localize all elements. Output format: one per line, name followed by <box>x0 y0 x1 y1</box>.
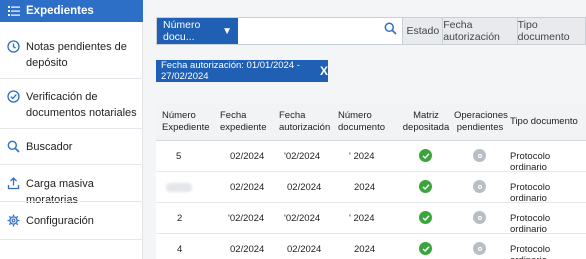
sidebar-item-configuracion[interactable]: Configuración <box>0 213 143 229</box>
header-matriz-depositada[interactable]: Matriz depositada <box>402 110 450 134</box>
column-filter-tipo-documento[interactable]: Tipo documento <box>516 18 585 44</box>
table-row[interactable]: 02/2024 02/2024 2024 Protocolo ordinario <box>156 172 586 204</box>
sidebar-item-label: Expedientes <box>26 5 94 17</box>
header-tipo-documento[interactable]: Tipo documento <box>510 116 586 128</box>
check-icon <box>419 180 432 193</box>
divider <box>0 239 143 240</box>
clock-icon <box>7 40 20 53</box>
cell-fecha-autorizacion: 02/2024 <box>287 182 322 193</box>
filter-bar: Número docu... ▼ Estado Fecha autorizaci… <box>156 17 586 45</box>
divider <box>0 201 143 202</box>
cell-fecha-expediente: '02/2024 <box>228 213 265 224</box>
check-icon <box>419 242 432 255</box>
sidebar-item-expedientes[interactable]: Expedientes <box>0 0 143 22</box>
table-row[interactable]: 4 02/2024 02/2024 2024 Protocolo ordinar… <box>156 234 586 259</box>
field-select[interactable]: Número docu... ▼ <box>157 18 239 44</box>
search-icon <box>7 140 20 153</box>
table-row[interactable]: 5 02/2024 '02/2024 ' 2024 Protocolo ordi… <box>156 141 586 173</box>
header-fecha-autorizacion[interactable]: Fecha autorización <box>279 110 334 134</box>
check-icon <box>419 211 432 224</box>
cell-fecha-autorizacion: 02/2024 <box>287 244 322 255</box>
check-circle-icon <box>7 90 20 103</box>
cell-tipo-documento: Protocolo ordinario <box>510 151 551 173</box>
cell-numero: 5 <box>176 151 182 162</box>
active-filter-chip: Fecha autorización: 01/01/2024 - 27/02/2… <box>156 60 328 82</box>
sidebar-item-label: Notas pendientes de depósito <box>26 41 127 69</box>
chip-label: Fecha autorización: 01/01/2024 - 27/02/2… <box>161 60 300 82</box>
sidebar-item-label: Carga masiva moratorias <box>26 178 94 206</box>
pending-icon <box>473 180 486 193</box>
cell-tipo-documento: Protocolo ordinario <box>510 182 551 204</box>
divider <box>0 164 143 165</box>
list-icon <box>8 5 20 17</box>
divider <box>0 78 143 79</box>
cell-fecha-autorizacion: '02/2024 <box>284 151 321 162</box>
sidebar-item-notas-pendientes[interactable]: Notas pendientes de depósito <box>0 39 143 71</box>
search-button[interactable] <box>379 18 403 44</box>
column-filter-fecha-autorizacion[interactable]: Fecha autorización <box>442 18 517 44</box>
cell-numero: 2 <box>177 213 183 224</box>
column-filter-estado[interactable]: Estado <box>402 18 443 44</box>
gear-icon <box>7 214 20 227</box>
sidebar-item-buscador[interactable]: Buscador <box>0 139 143 155</box>
header-numero-expediente[interactable]: Número Expediente <box>162 110 212 134</box>
table-row[interactable]: 2 '02/2024 '02/2024 ' 2024 Protocolo ord… <box>156 203 586 235</box>
cell-fecha-expediente: 02/2024 <box>230 182 265 193</box>
cell-numero-documento: ' 2024 <box>349 151 375 162</box>
cell-numero <box>166 183 192 192</box>
cell-tipo-documento: Protocolo ordinario <box>510 213 551 235</box>
sidebar-item-label: Buscador <box>26 141 73 153</box>
cell-tipo-documento: Protocolo ordinario <box>510 244 551 259</box>
caret-down-icon: ▼ <box>222 25 233 37</box>
cell-numero: 4 <box>177 244 183 255</box>
cell-fecha-autorizacion: '02/2024 <box>284 213 321 224</box>
cell-numero-documento: ' 2024 <box>349 213 375 224</box>
header-fecha-expediente[interactable]: Fecha expediente <box>220 110 270 134</box>
field-select-label: Número docu... <box>163 19 201 43</box>
sidebar-item-verificacion[interactable]: Verificación de documentos notariales <box>0 89 143 121</box>
pending-icon <box>473 211 486 224</box>
cell-numero-documento: 2024 <box>354 244 376 255</box>
pending-icon <box>473 149 486 162</box>
close-icon[interactable]: X <box>320 64 328 78</box>
expedientes-table: Número Expediente Fecha expediente Fecha… <box>156 104 586 259</box>
table-header: Número Expediente Fecha expediente Fecha… <box>156 104 586 141</box>
sidebar-item-carga-masiva[interactable]: Carga masiva moratorias <box>0 176 143 208</box>
header-numero-documento[interactable]: Número documento <box>338 110 388 134</box>
sidebar: Expedientes Notas pendientes de depósito… <box>0 0 143 259</box>
header-operaciones-pendientes[interactable]: Operaciones pendientes <box>454 110 508 134</box>
cell-fecha-expediente: 02/2024 <box>230 244 265 255</box>
cell-numero-documento: 2024 <box>354 182 376 193</box>
pending-icon <box>473 242 486 255</box>
search-icon <box>384 22 397 40</box>
upload-icon <box>7 177 20 190</box>
divider <box>0 128 143 129</box>
check-icon <box>419 149 432 162</box>
search-input[interactable] <box>238 18 380 44</box>
sidebar-item-label: Configuración <box>26 215 94 227</box>
cell-fecha-expediente: 02/2024 <box>230 151 265 162</box>
sidebar-item-label: Verificación de documentos notariales <box>26 91 137 119</box>
